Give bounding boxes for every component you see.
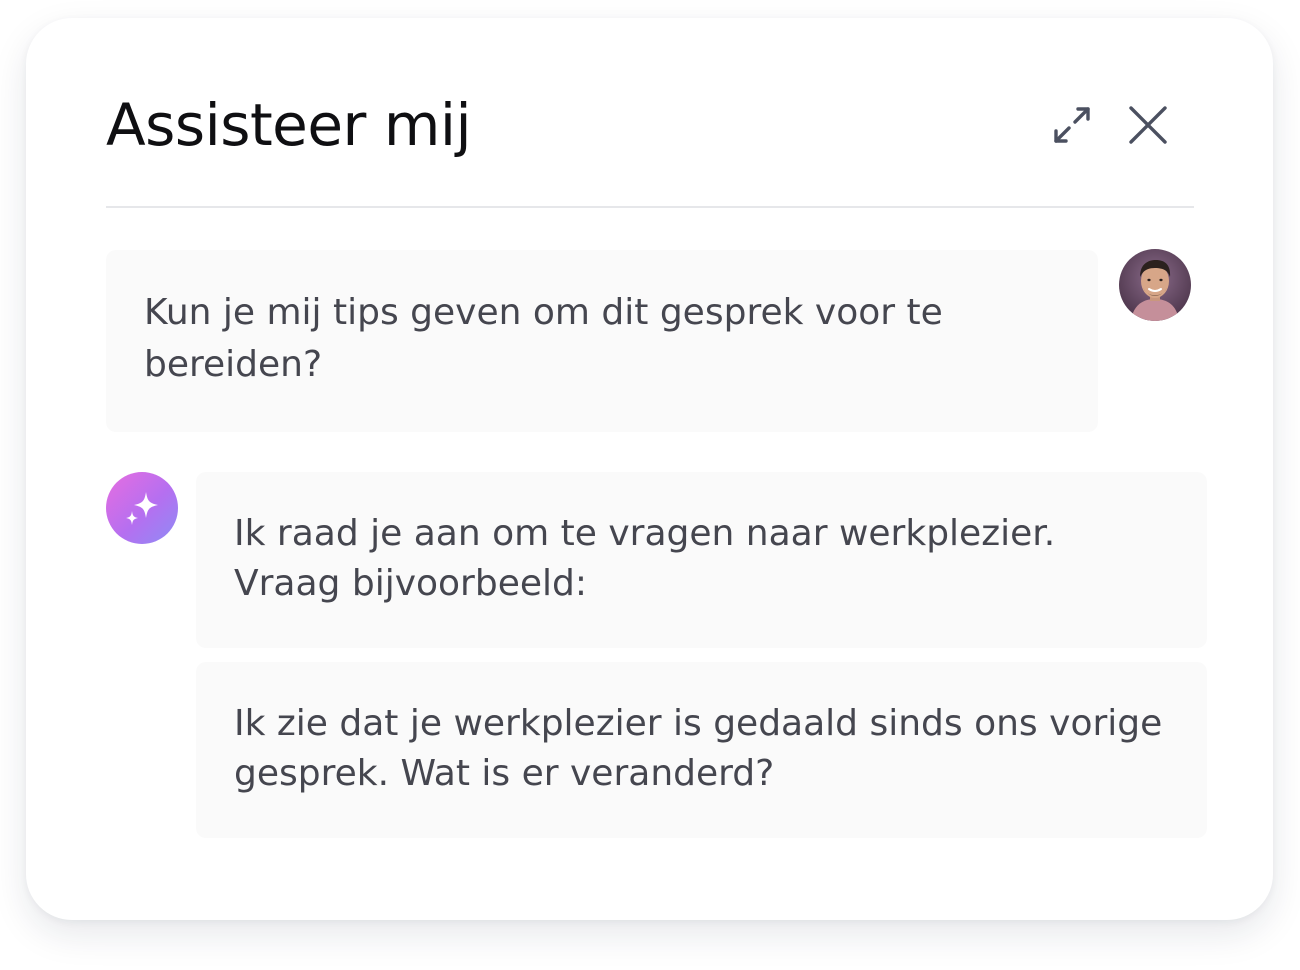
close-x-icon bbox=[1129, 106, 1167, 144]
assistant-avatar bbox=[106, 472, 178, 544]
expand-button[interactable] bbox=[1048, 101, 1096, 149]
assistant-message-bubble: Ik raad je aan om te vragen naar werkple… bbox=[196, 472, 1207, 648]
expand-arrows-icon bbox=[1054, 107, 1090, 143]
close-button[interactable] bbox=[1124, 101, 1172, 149]
header-divider bbox=[106, 206, 1194, 208]
user-photo-avatar bbox=[1119, 249, 1191, 321]
user-message-bubble: Kun je mij tips geven om dit gesprek voo… bbox=[106, 250, 1098, 432]
sparkle-icon bbox=[126, 492, 158, 525]
assistant-message-bubble: Ik zie dat je werkplezier is gedaald sin… bbox=[196, 662, 1207, 838]
user-avatar bbox=[1119, 249, 1191, 321]
panel-title: Assisteer mij bbox=[106, 91, 472, 159]
assistant-panel: Assisteer mij Kun je mij tips geven om d… bbox=[26, 18, 1273, 920]
